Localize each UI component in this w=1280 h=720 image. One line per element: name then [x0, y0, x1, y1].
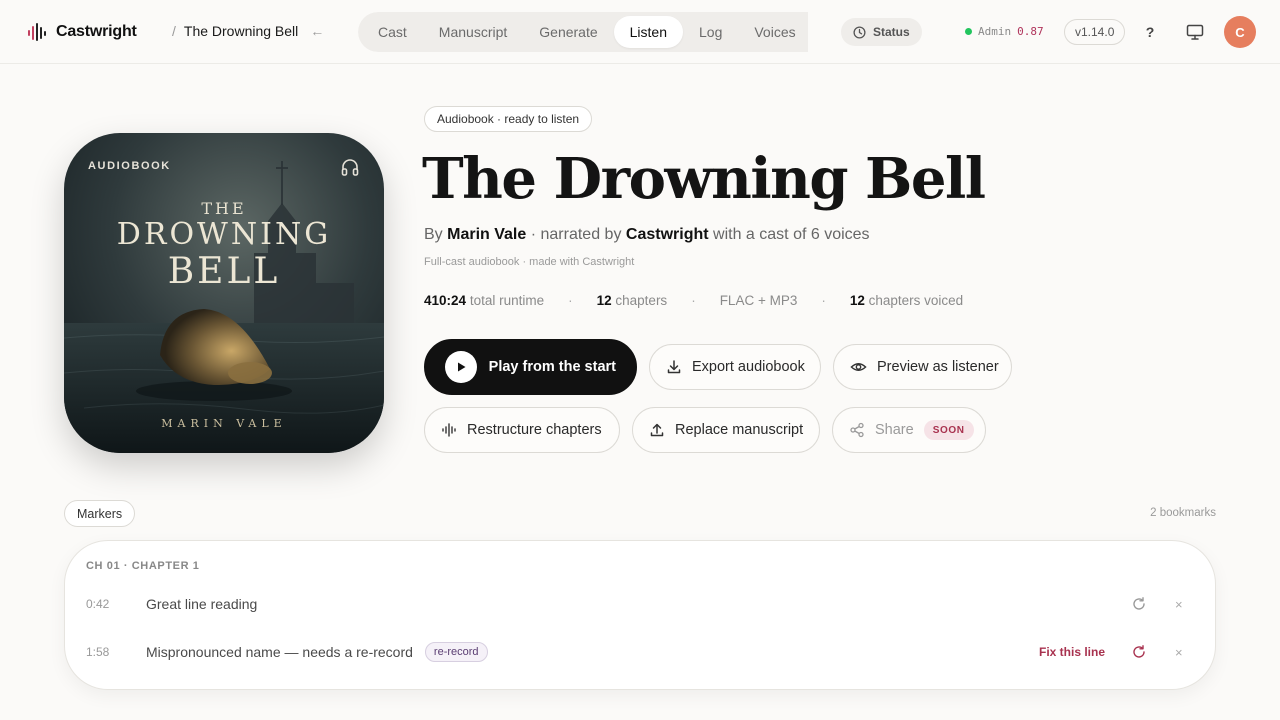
rerecord-tag: re-record: [424, 642, 488, 662]
remove-marker-icon[interactable]: ×: [1175, 645, 1183, 660]
export-label: Export audiobook: [692, 359, 805, 375]
restructure-chapters-button[interactable]: Restructure chapters: [424, 407, 620, 453]
markers-panel: CH 01 · CHAPTER 1 0:42 Great line readin…: [64, 540, 1216, 690]
narrated-prefix: · narrated by: [530, 226, 622, 243]
replace-manuscript-button[interactable]: Replace manuscript: [632, 407, 820, 453]
waveform-icon: [442, 423, 456, 437]
voiced-label: chapters voiced: [868, 293, 964, 308]
tab-cast[interactable]: Cast: [362, 16, 423, 48]
soon-badge: SOON: [923, 420, 974, 440]
online-dot-icon: [965, 28, 972, 35]
tab-log[interactable]: Log: [683, 16, 738, 48]
bookmarks-count: 2 bookmarks: [1150, 507, 1216, 519]
version-badge[interactable]: v1.14.0: [1064, 19, 1126, 45]
markers-tab[interactable]: Markers: [64, 500, 136, 527]
admin-indicator: Admin 0.87: [965, 25, 1044, 38]
page-title: The Drowning Bell: [422, 146, 986, 212]
preview-label: Preview as listener: [877, 359, 999, 375]
breadcrumb-title[interactable]: The Drowning Bell: [184, 23, 298, 39]
chapters-value: 12: [596, 293, 612, 308]
status-button[interactable]: Status: [841, 18, 922, 46]
marker-timestamp[interactable]: 0:42: [86, 597, 109, 611]
chapters-label: chapters: [615, 293, 668, 308]
byline: By Marin Vale · narrated by Castwright w…: [424, 226, 870, 244]
replace-label: Replace manuscript: [675, 422, 804, 438]
share-label: Share: [875, 422, 914, 438]
stats-separator: ·: [821, 293, 826, 308]
format-label: FLAC + MP3: [719, 293, 798, 308]
main-tabs: Cast Manuscript Generate Listen Log Voic…: [358, 12, 808, 52]
tabs-track: Cast Manuscript Generate Listen Log Voic…: [358, 12, 808, 52]
rerecord-icon[interactable]: [1131, 644, 1147, 660]
clock-icon: [853, 25, 866, 39]
cover-illustration: [64, 133, 384, 453]
runtime-value: 410:24: [424, 293, 467, 308]
cover-title-line1: DROWNING: [116, 217, 332, 252]
brand[interactable]: Castwright: [28, 22, 137, 42]
subtitle: Full-cast audiobook · made with Castwrig…: [424, 256, 635, 268]
breadcrumb: / The Drowning Bell ←: [172, 23, 324, 39]
upload-icon: [650, 423, 664, 437]
voiced-value: 12: [849, 293, 865, 308]
marker-note-text: Great line reading: [146, 596, 258, 612]
tab-listen[interactable]: Listen: [613, 16, 683, 48]
marker-row[interactable]: 0:42 Great line reading ×: [65, 589, 1217, 619]
admin-label: Admin: [978, 25, 1012, 38]
author-name: Marin Vale: [447, 226, 527, 243]
stats-separator: ·: [568, 293, 573, 308]
marker-note: Mispronounced name — needs a re-record r…: [146, 642, 488, 662]
narrator-name: Castwright: [625, 226, 709, 243]
marker-note: Great line reading: [146, 596, 257, 612]
stats-separator: ·: [691, 293, 696, 308]
eye-icon: [850, 362, 867, 372]
book-stats: 410:24 total runtime · 12 chapters · FLA…: [424, 293, 963, 308]
admin-value: 0.87: [1017, 25, 1044, 38]
waveform-logo-icon: [28, 23, 46, 41]
breadcrumb-separator: /: [172, 23, 176, 39]
by-prefix: By: [424, 226, 443, 243]
top-bar: Castwright / The Drowning Bell ← Cast Ma…: [0, 0, 1280, 64]
cover-title-small: THE: [201, 199, 247, 218]
share-icon: [850, 422, 864, 438]
cover-author: MARIN VALE: [161, 417, 287, 430]
marker-note-text: Mispronounced name — needs a re-record: [146, 644, 413, 660]
chapter-heading: CH 01 · CHAPTER 1: [86, 560, 200, 572]
cover-title-line2: BELL: [167, 251, 281, 292]
download-icon: [667, 360, 681, 374]
play-label: Play from the start: [488, 359, 616, 375]
tab-manuscript[interactable]: Manuscript: [423, 16, 523, 48]
status-label: Status: [873, 25, 910, 39]
restructure-label: Restructure chapters: [467, 422, 602, 438]
back-arrow-icon[interactable]: ←: [310, 23, 324, 39]
headphones-icon: [341, 159, 359, 176]
preview-as-listener-button[interactable]: Preview as listener: [833, 344, 1012, 390]
cover-art: AUDIOBOOK THE DROWNING BELL MARIN VALE: [64, 133, 384, 453]
cover-label: AUDIOBOOK: [88, 160, 171, 172]
status-badge: Audiobook · ready to listen: [424, 106, 593, 132]
tab-generate[interactable]: Generate: [523, 16, 613, 48]
marker-timestamp[interactable]: 1:58: [86, 645, 109, 659]
brand-name: Castwright: [56, 23, 137, 40]
remove-marker-icon[interactable]: ×: [1175, 597, 1183, 612]
marker-row[interactable]: 1:58 Mispronounced name — needs a re-rec…: [65, 637, 1217, 667]
avatar[interactable]: C: [1224, 16, 1256, 48]
play-icon: [445, 351, 477, 383]
monitor-icon[interactable]: [1185, 22, 1205, 42]
export-audiobook-button[interactable]: Export audiobook: [649, 344, 821, 390]
help-icon[interactable]: ?: [1140, 21, 1160, 43]
share-button[interactable]: Share SOON: [832, 407, 986, 453]
rerecord-icon[interactable]: [1131, 596, 1147, 612]
tab-voices[interactable]: Voices: [738, 16, 808, 48]
play-from-start-button[interactable]: Play from the start: [424, 339, 637, 395]
runtime-label: total runtime: [469, 293, 545, 308]
cast-suffix: with a cast of 6 voices: [713, 226, 870, 243]
fix-line-link[interactable]: Fix this line: [1039, 645, 1105, 659]
